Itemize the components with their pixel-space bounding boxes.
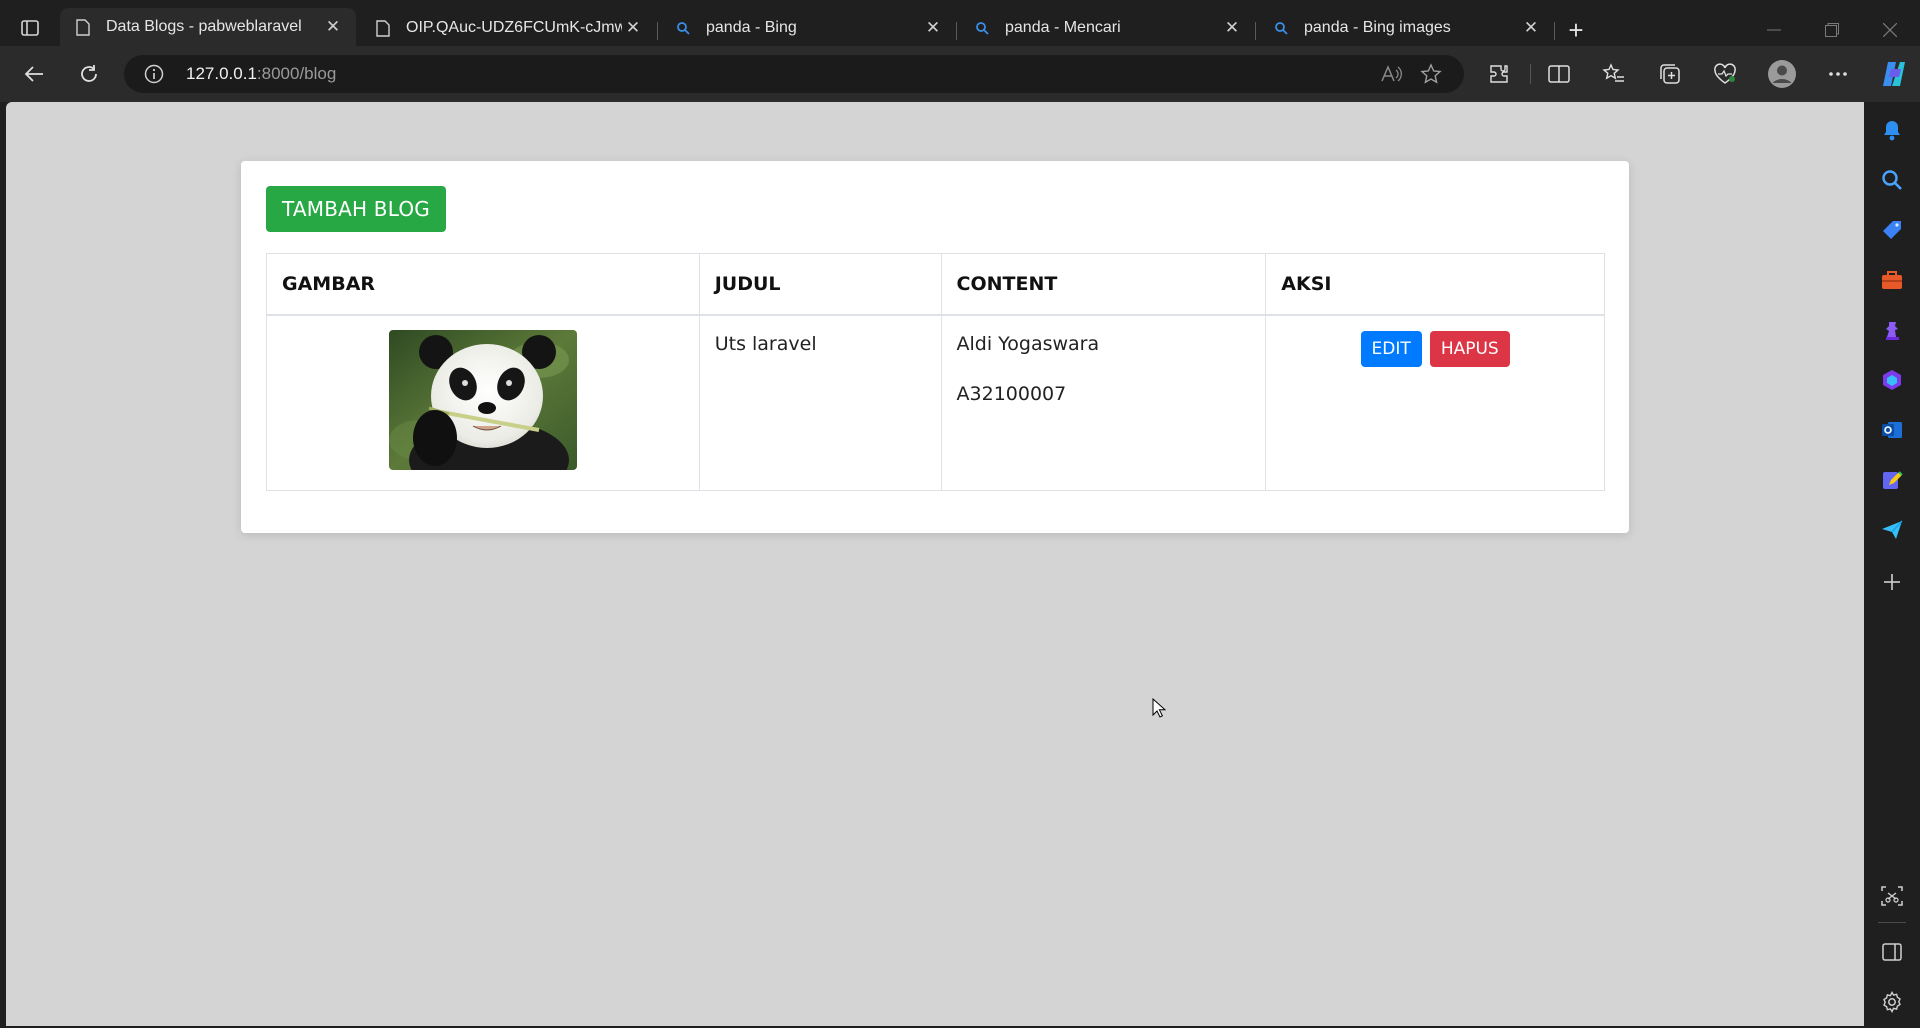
add-blog-button[interactable]: TAMBAH BLOG (266, 186, 446, 232)
tab-title: panda - Mencari (1005, 19, 1121, 36)
url-host: 127.0.0.1 (186, 64, 257, 83)
site-info-icon[interactable] (144, 64, 164, 84)
tab-title: OIP.QAuc-UDZ6FCUmK-cJmwrXg (406, 19, 622, 36)
favorites-icon[interactable] (1599, 59, 1629, 89)
tools-briefcase-icon[interactable] (1878, 266, 1906, 294)
shopping-tag-icon[interactable] (1878, 216, 1906, 244)
search-icon[interactable] (1878, 166, 1906, 194)
settings-gear-icon[interactable] (1878, 988, 1906, 1016)
tab-data-blogs[interactable]: Data Blogs - pabweblaravel ✕ (60, 8, 356, 46)
content-line: Aldi Yogaswara (956, 332, 1100, 355)
extensions-icon[interactable] (1484, 59, 1514, 89)
collections-icon[interactable] (1655, 59, 1685, 89)
page-icon (74, 18, 92, 36)
close-tab-icon[interactable]: ✕ (622, 17, 644, 39)
table-row: Uts laravel Aldi Yogaswara A32100007 EDI… (266, 314, 1605, 491)
delete-button[interactable]: HAPUS (1429, 330, 1510, 367)
header-gambar: GAMBAR (266, 253, 700, 316)
page-viewport: TAMBAH BLOG GAMBAR JUDUL CONTENT AKSI Ut… (6, 102, 1864, 1026)
more-options-icon[interactable] (1823, 59, 1853, 89)
blog-card: TAMBAH BLOG GAMBAR JUDUL CONTENT AKSI Ut… (241, 161, 1629, 533)
tab-panda-bing[interactable]: panda - Bing ✕ (660, 10, 956, 46)
gambar-cell (266, 314, 700, 491)
tab-title: panda - Bing (706, 19, 797, 36)
page-icon (374, 19, 392, 37)
favorite-star-icon[interactable] (1420, 63, 1442, 85)
close-window-icon[interactable] (1862, 16, 1918, 44)
copilot-icon[interactable] (1876, 56, 1912, 92)
new-tab-button[interactable]: + (1560, 15, 1592, 45)
back-icon[interactable] (18, 58, 50, 90)
browser-toolbar: 127.0.0.1:8000/blog (0, 46, 1920, 102)
content-cell: Aldi Yogaswara A32100007 (940, 314, 1267, 491)
tab-title: panda - Bing images (1304, 19, 1451, 36)
close-tab-icon[interactable]: ✕ (1520, 17, 1542, 39)
notifications-bell-icon[interactable] (1878, 116, 1906, 144)
edit-button[interactable]: EDIT (1360, 330, 1422, 367)
toolbar-separator (1530, 64, 1531, 84)
header-judul: JUDUL (698, 253, 942, 316)
window-top-edge (0, 0, 1920, 8)
blog-table: GAMBAR JUDUL CONTENT AKSI Uts laravel Al… (266, 253, 1605, 491)
close-tab-icon[interactable]: ✕ (322, 16, 344, 38)
games-chess-icon[interactable] (1878, 316, 1906, 344)
profile-avatar-icon[interactable] (1765, 57, 1799, 91)
blog-title: Uts laravel (714, 332, 817, 355)
tab-panda-mencari[interactable]: panda - Mencari ✕ (959, 10, 1255, 46)
url-path: :8000/blog (256, 64, 337, 83)
aksi-cell: EDIT HAPUS (1265, 314, 1605, 491)
read-aloud-icon[interactable] (1380, 63, 1402, 85)
tab-title: Data Blogs - pabweblaravel (106, 18, 302, 35)
panda-image (388, 329, 577, 470)
tab-strip: Data Blogs - pabweblaravel ✕ OIP.QAuc-UD… (0, 8, 1920, 46)
screenshot-capture-icon[interactable] (1878, 882, 1906, 910)
outlook-icon[interactable] (1878, 416, 1906, 444)
judul-cell: Uts laravel (698, 314, 942, 491)
browser-essentials-icon[interactable] (1710, 59, 1740, 89)
add-sidebar-app-icon[interactable] (1878, 568, 1906, 596)
tab-panda-bing-images[interactable]: panda - Bing images ✕ (1258, 10, 1554, 46)
header-aksi: AKSI (1265, 253, 1605, 316)
send-paper-plane-icon[interactable] (1878, 516, 1906, 544)
close-tab-icon[interactable]: ✕ (922, 17, 944, 39)
tab-separator (1255, 22, 1256, 40)
restore-icon[interactable] (1804, 16, 1860, 44)
search-icon (674, 19, 692, 37)
hide-sidebar-icon[interactable] (1878, 938, 1906, 966)
search-icon (1272, 19, 1290, 37)
table-header-row: GAMBAR JUDUL CONTENT AKSI (266, 253, 1605, 316)
refresh-icon[interactable] (73, 58, 105, 90)
edge-sidebar (1864, 102, 1920, 1028)
split-screen-icon[interactable] (1544, 59, 1574, 89)
microsoft-365-icon[interactable] (1878, 366, 1906, 394)
sidebar-separator (1878, 922, 1906, 923)
url-text[interactable]: 127.0.0.1:8000/blog (186, 64, 336, 84)
tab-separator (657, 22, 658, 40)
tab-oip-image[interactable]: OIP.QAuc-UDZ6FCUmK-cJmwrXg ✕ (360, 10, 656, 46)
drop-edit-icon[interactable] (1878, 466, 1906, 494)
mouse-cursor-icon (1152, 697, 1167, 723)
content-line: A32100007 (956, 382, 1067, 405)
address-bar[interactable]: 127.0.0.1:8000/blog (124, 55, 1464, 93)
tab-separator (1554, 22, 1555, 40)
tab-actions-icon[interactable] (14, 16, 46, 40)
close-tab-icon[interactable]: ✕ (1221, 17, 1243, 39)
minimize-icon[interactable] (1746, 16, 1802, 44)
search-icon (973, 19, 991, 37)
header-content: CONTENT (940, 253, 1267, 316)
tab-separator (956, 22, 957, 40)
